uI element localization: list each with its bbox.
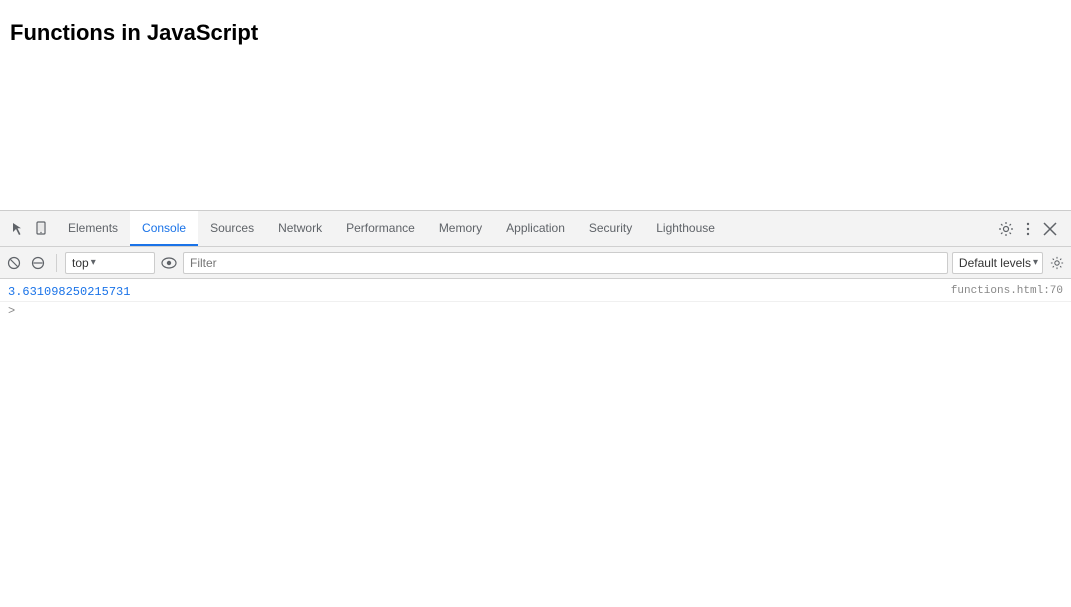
console-prompt-row[interactable]: > bbox=[0, 302, 1071, 320]
devtools-tabbar: Elements Console Sources Network Perform… bbox=[0, 211, 1071, 247]
devtools-icons-right bbox=[989, 220, 1067, 238]
tab-network[interactable]: Network bbox=[266, 211, 334, 246]
console-toolbar: top ▾ Default levels ▾ bbox=[0, 247, 1071, 279]
toolbar-separator bbox=[56, 254, 57, 272]
console-log-row: 3.631098250215731 functions.html:70 bbox=[0, 283, 1071, 302]
device-toolbar-icon[interactable] bbox=[32, 220, 50, 238]
levels-arrow-icon: ▾ bbox=[1033, 257, 1038, 268]
context-value: top bbox=[72, 256, 89, 270]
devtools-panel: Elements Console Sources Network Perform… bbox=[0, 210, 1071, 606]
tab-console[interactable]: Console bbox=[130, 211, 198, 246]
devtools-main: top ▾ Default levels ▾ bbox=[0, 247, 1071, 607]
console-prompt-icon: > bbox=[8, 304, 15, 318]
devtools-icons-left bbox=[4, 220, 56, 238]
more-options-icon[interactable] bbox=[1019, 220, 1037, 238]
console-settings-icon[interactable] bbox=[1047, 253, 1067, 273]
tab-lighthouse[interactable]: Lighthouse bbox=[644, 211, 727, 246]
tab-elements[interactable]: Elements bbox=[56, 211, 130, 246]
console-log-source: functions.html:70 bbox=[951, 285, 1063, 297]
context-arrow-icon: ▾ bbox=[91, 257, 96, 268]
page-title: Functions in JavaScript bbox=[10, 20, 1061, 46]
tab-application[interactable]: Application bbox=[494, 211, 577, 246]
console-output: 3.631098250215731 functions.html:70 > bbox=[0, 279, 1071, 607]
devtools-tabs: Elements Console Sources Network Perform… bbox=[56, 211, 989, 246]
levels-value: Default levels bbox=[959, 256, 1031, 270]
tab-performance[interactable]: Performance bbox=[334, 211, 427, 246]
clear-console-icon[interactable] bbox=[4, 253, 24, 273]
settings-icon[interactable] bbox=[997, 220, 1015, 238]
eye-icon[interactable] bbox=[159, 253, 179, 273]
tab-security[interactable]: Security bbox=[577, 211, 644, 246]
tab-sources[interactable]: Sources bbox=[198, 211, 266, 246]
tab-memory[interactable]: Memory bbox=[427, 211, 494, 246]
console-log-value: 3.631098250215731 bbox=[8, 285, 951, 299]
context-selector[interactable]: top ▾ bbox=[65, 252, 155, 274]
block-icon[interactable] bbox=[28, 253, 48, 273]
close-icon[interactable] bbox=[1041, 220, 1059, 238]
filter-input[interactable] bbox=[183, 252, 948, 274]
inspect-element-icon[interactable] bbox=[10, 220, 28, 238]
page-content: Functions in JavaScript bbox=[0, 0, 1071, 210]
levels-selector[interactable]: Default levels ▾ bbox=[952, 252, 1043, 274]
